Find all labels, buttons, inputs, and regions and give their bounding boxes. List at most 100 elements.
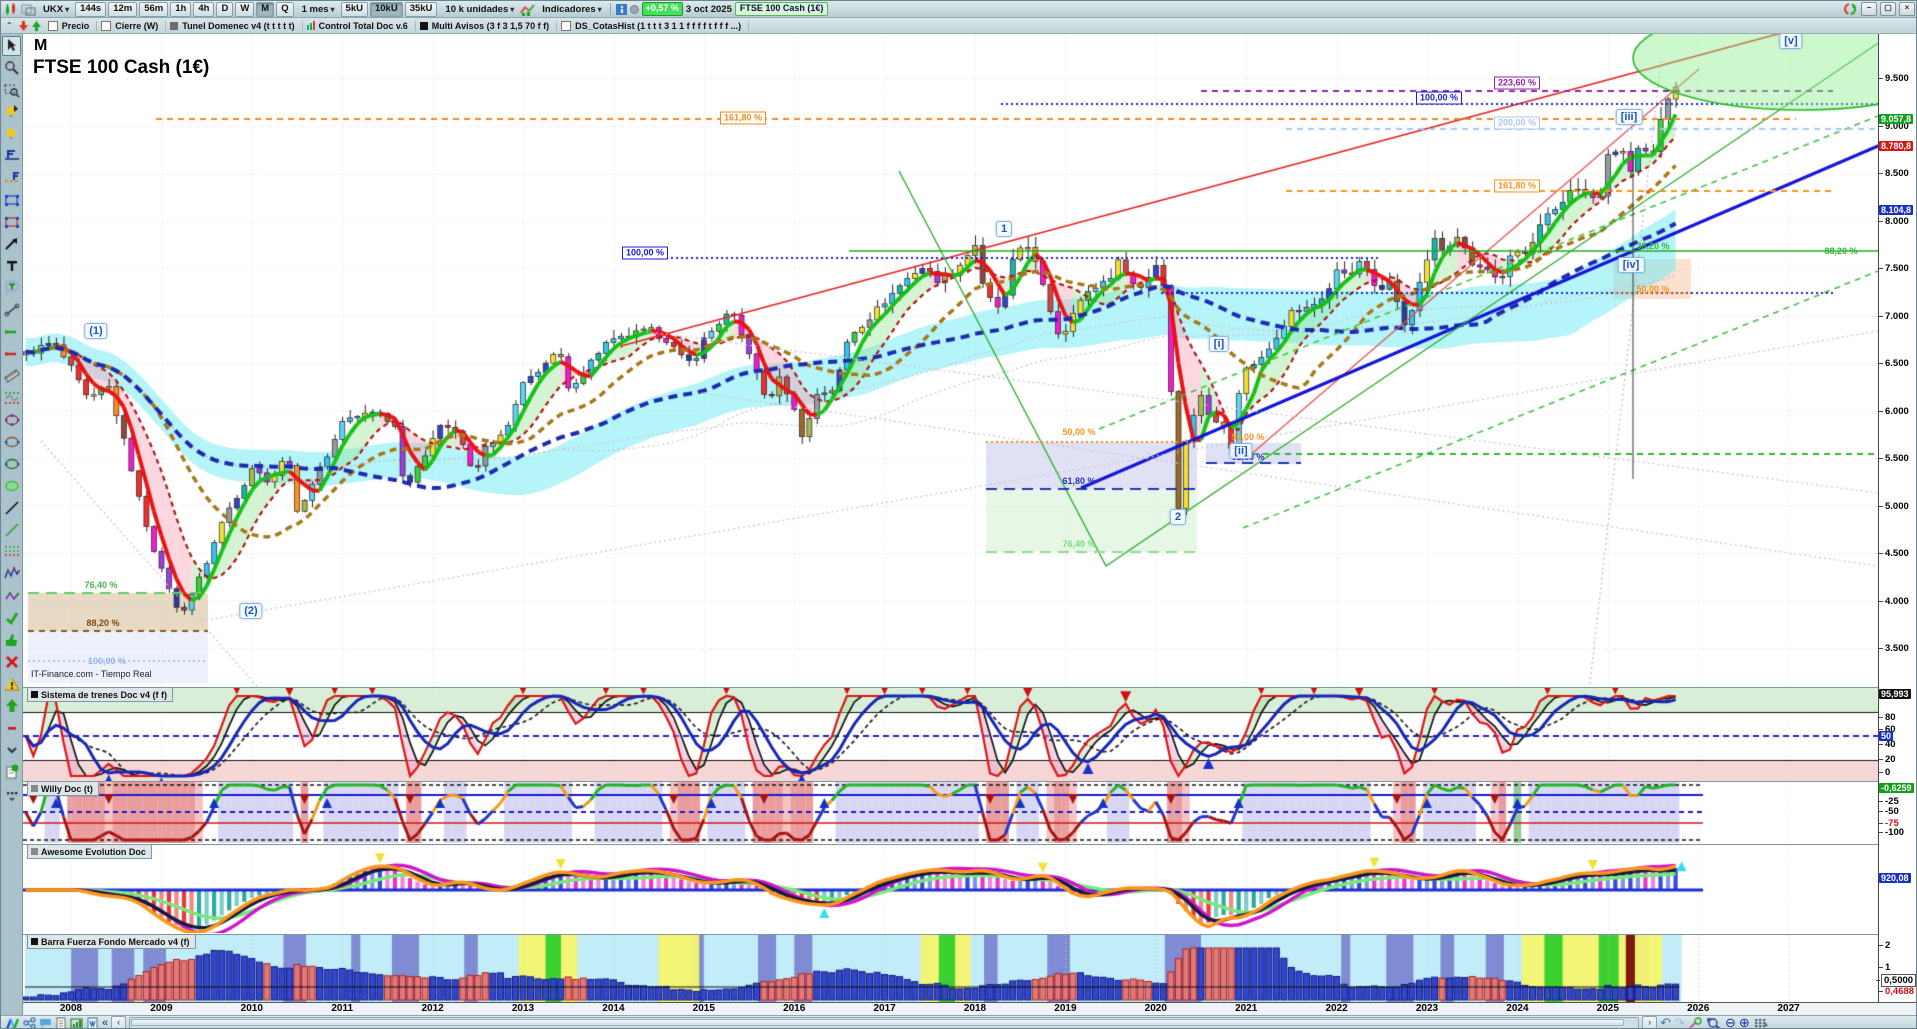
elliott-wave-label[interactable]: [iv]	[1617, 257, 1645, 273]
time-axis[interactable]: 2008 2009 2010 2011 2012 2013 2014 2015 2016 2017…	[23, 1002, 1916, 1016]
zoom-icon[interactable]	[2, 58, 21, 78]
panel-awesome[interactable]	[23, 845, 1878, 933]
panel-header[interactable]: Awesome Evolution Doc	[27, 844, 152, 859]
zoom-rect-icon[interactable]	[2, 80, 21, 100]
ellipse-brown-icon[interactable]	[2, 432, 21, 452]
timeframe-button-1h[interactable]: 1h	[170, 1, 192, 17]
zoom-in-icon[interactable]: ⊕	[1739, 1016, 1750, 1028]
fibonacci-level-label[interactable]: 200,00 %	[1493, 116, 1541, 130]
fibonacci-level-label[interactable]: 61,80 %	[1062, 476, 1095, 486]
timeframe-button-4h[interactable]: 4h	[193, 1, 215, 17]
itfinance-logo-icon[interactable]	[5, 1016, 20, 1028]
panel-barra-fuerza[interactable]	[23, 935, 1878, 1002]
fibonacci-level-label[interactable]: 161,80 %	[719, 111, 767, 125]
indicators-dropdown[interactable]: Indicadores ▾	[539, 3, 604, 16]
elliott-wave-label[interactable]: [iii]	[1615, 109, 1643, 125]
abc-tool-icon[interactable]	[2, 586, 21, 606]
minus-red-icon[interactable]	[2, 718, 21, 738]
trend-arrow-icon[interactable]	[2, 234, 21, 254]
fibonacci-level-label[interactable]: 88,20 %	[86, 618, 119, 628]
thumbs-up-icon[interactable]	[2, 630, 21, 650]
ruler-icon[interactable]	[2, 366, 21, 386]
timeframe-button-D[interactable]: D	[216, 1, 234, 17]
elliott-wave-label[interactable]: 2	[1169, 509, 1187, 525]
time-scrollbar-thumb[interactable]	[131, 1019, 1625, 1026]
fibonacci-level-label[interactable]: 223,60 %	[1493, 76, 1541, 90]
line-green-icon[interactable]	[2, 520, 21, 540]
elliott-wave-label[interactable]: [v]	[1779, 33, 1803, 49]
unit-button-10kU[interactable]: 10kU	[369, 1, 403, 17]
overlay-item[interactable]: Multi Avisos (3 f 3 1,5 70 f f)	[416, 20, 558, 31]
timeframe-button-12m[interactable]: 12m	[108, 1, 138, 17]
panel-separator[interactable]	[1, 844, 1916, 845]
alarm-cursor-icon[interactable]	[2, 102, 21, 122]
fibonacci-level-label[interactable]: 38,20 %	[1636, 241, 1669, 251]
fibonacci-level-label[interactable]: 50,00 %	[1062, 427, 1095, 437]
overlay-item[interactable]: Cierre (W)	[97, 20, 167, 31]
share-icon[interactable]	[23, 1017, 36, 1028]
timeframe-button-56m[interactable]: 56m	[139, 1, 169, 17]
fibonacci-level-label[interactable]: 161,80 %	[1493, 179, 1541, 193]
chart-list-icon[interactable]	[70, 1017, 83, 1028]
scroll-left-button[interactable]: ‹	[111, 1016, 127, 1028]
scroll-right-button[interactable]: ›	[1642, 1016, 1658, 1028]
panel-header[interactable]: Sistema de trenes Doc v4 (f f)	[27, 687, 174, 702]
panel-willy[interactable]	[23, 782, 1878, 843]
workspace-icon[interactable]	[86, 1017, 99, 1028]
arrow-up-green-icon[interactable]	[2, 696, 21, 716]
data-columns-icon[interactable]	[1752, 1016, 1768, 1028]
timeframe-button-M[interactable]: M	[256, 1, 275, 17]
chart-settings-icon[interactable]	[1687, 1016, 1703, 1028]
fibonacci-level-label[interactable]: 76,40 %	[84, 580, 117, 590]
main-price-chart[interactable]	[23, 34, 1878, 687]
fibonacci-level-label[interactable]: 100,00 %	[1415, 91, 1463, 105]
panel-separator[interactable]	[1, 781, 1916, 782]
cursor-icon[interactable]	[2, 36, 21, 56]
alarm-line-dashed-icon[interactable]	[2, 168, 21, 188]
rect-red-icon[interactable]	[2, 212, 21, 232]
overlay-item[interactable]: DS_CotasHist (1 t t t 3 1 1 f f f f t f …	[557, 20, 750, 31]
chart-icon[interactable]	[4, 2, 18, 16]
overlay-item[interactable]: Tunel Domenec v4 (t t t t t)	[166, 20, 303, 31]
move-up-icon[interactable]	[30, 19, 42, 32]
alarm-icon[interactable]	[2, 124, 21, 144]
unit-button-5kU[interactable]: 5kU	[340, 1, 368, 17]
ellipse-red-icon[interactable]	[2, 410, 21, 430]
segment-icon[interactable]	[2, 300, 21, 320]
overlay-item[interactable]: Control Total Doc v.6	[303, 20, 416, 31]
restore-button[interactable]: ▢	[1880, 2, 1896, 16]
time-scrollbar[interactable]	[129, 1017, 1640, 1028]
text-tool-icon[interactable]	[2, 256, 21, 276]
minimize-button[interactable]: −	[1861, 2, 1877, 16]
elliott-wave-label[interactable]: [ii]	[1229, 443, 1253, 459]
document-icon[interactable]	[55, 1017, 67, 1028]
check-icon[interactable]	[2, 608, 21, 628]
units-dropdown[interactable]: 10 k unidades ▾	[442, 3, 517, 16]
text-bubble-icon[interactable]	[2, 278, 21, 298]
panel-sistema-trenes[interactable]	[23, 688, 1878, 781]
redo-icon[interactable]: ↷	[1674, 1016, 1685, 1028]
line-black-icon[interactable]	[2, 498, 21, 518]
move-down-icon[interactable]	[17, 19, 29, 32]
warning-icon[interactable]	[2, 674, 21, 694]
fibonacci-level-label[interactable]: 50,00 %	[1231, 432, 1264, 442]
elliott-wave-label[interactable]: [i]	[1208, 336, 1230, 352]
alarm-line-icon[interactable]	[2, 146, 21, 166]
unit-button-35kU[interactable]: 35kU	[404, 1, 438, 17]
fibonacci-level-label[interactable]: 100,00 %	[621, 246, 669, 260]
info-icon[interactable]	[615, 3, 627, 15]
collapse-chevron-icon[interactable]: ⌃	[3, 21, 16, 30]
elliott-tool-icon[interactable]	[2, 564, 21, 584]
period-dropdown[interactable]: 1 mes ▾	[299, 3, 338, 16]
panel-header[interactable]: Willy Doc (t)	[27, 781, 99, 796]
zoom-out-icon[interactable]: ⊖	[1725, 1016, 1736, 1028]
elliott-wave-label[interactable]: (1)	[84, 323, 108, 339]
fibonacci-level-label[interactable]: 100,00 %	[88, 656, 126, 666]
panel-separator[interactable]	[1, 687, 1916, 688]
close-button[interactable]: ×	[1899, 2, 1915, 16]
timeframe-button-Q[interactable]: Q	[276, 1, 294, 17]
timeframe-button-W[interactable]: W	[235, 1, 255, 17]
panel-header[interactable]: Barra Fuerza Fondo Mercado v4 (f)	[27, 934, 196, 949]
fib-tool-icon[interactable]	[2, 542, 21, 562]
notes-badge-icon[interactable]	[2, 762, 21, 782]
